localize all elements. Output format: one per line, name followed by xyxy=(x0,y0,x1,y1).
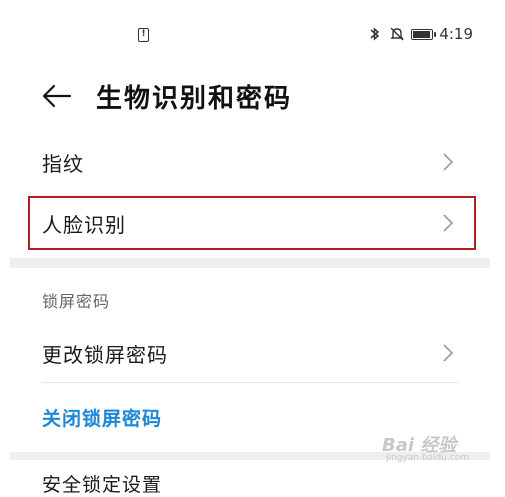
back-arrow-icon[interactable] xyxy=(42,83,72,109)
watermark-url: jingyan.baidu.com xyxy=(386,453,470,463)
settings-item-label: 更改锁屏密码 xyxy=(42,342,168,367)
chevron-right-icon xyxy=(443,214,454,232)
clock: 4:19 xyxy=(439,25,473,43)
baidu-watermark: Bai 经验 jingyan.baidu.com xyxy=(382,427,482,467)
page-title: 生物识别和密码 xyxy=(96,84,293,114)
chevron-right-icon xyxy=(443,344,454,362)
section-header: 锁屏密码 xyxy=(42,292,111,311)
mute-bell-icon xyxy=(390,27,405,41)
battery-icon xyxy=(411,28,437,40)
bluetooth-icon xyxy=(370,27,380,41)
settings-item-face-recognition[interactable]: 人脸识别 xyxy=(42,195,462,251)
close-lock-password-link[interactable]: 关闭锁屏密码 xyxy=(42,404,162,431)
settings-item-label: 指纹 xyxy=(42,151,84,176)
section-divider xyxy=(10,258,490,268)
settings-item-change-password[interactable]: 更改锁屏密码 xyxy=(42,325,462,381)
settings-item-fingerprint[interactable]: 指纹 xyxy=(42,134,462,190)
page-header: 生物识别和密码 xyxy=(0,72,505,120)
alert-icon: ! xyxy=(138,28,149,42)
chevron-right-icon xyxy=(443,153,454,171)
settings-item-label: 人脸识别 xyxy=(42,212,126,237)
status-icons: 4:19 xyxy=(367,25,473,43)
list-divider xyxy=(42,382,458,383)
status-bar: ! 4:19 xyxy=(0,0,505,72)
